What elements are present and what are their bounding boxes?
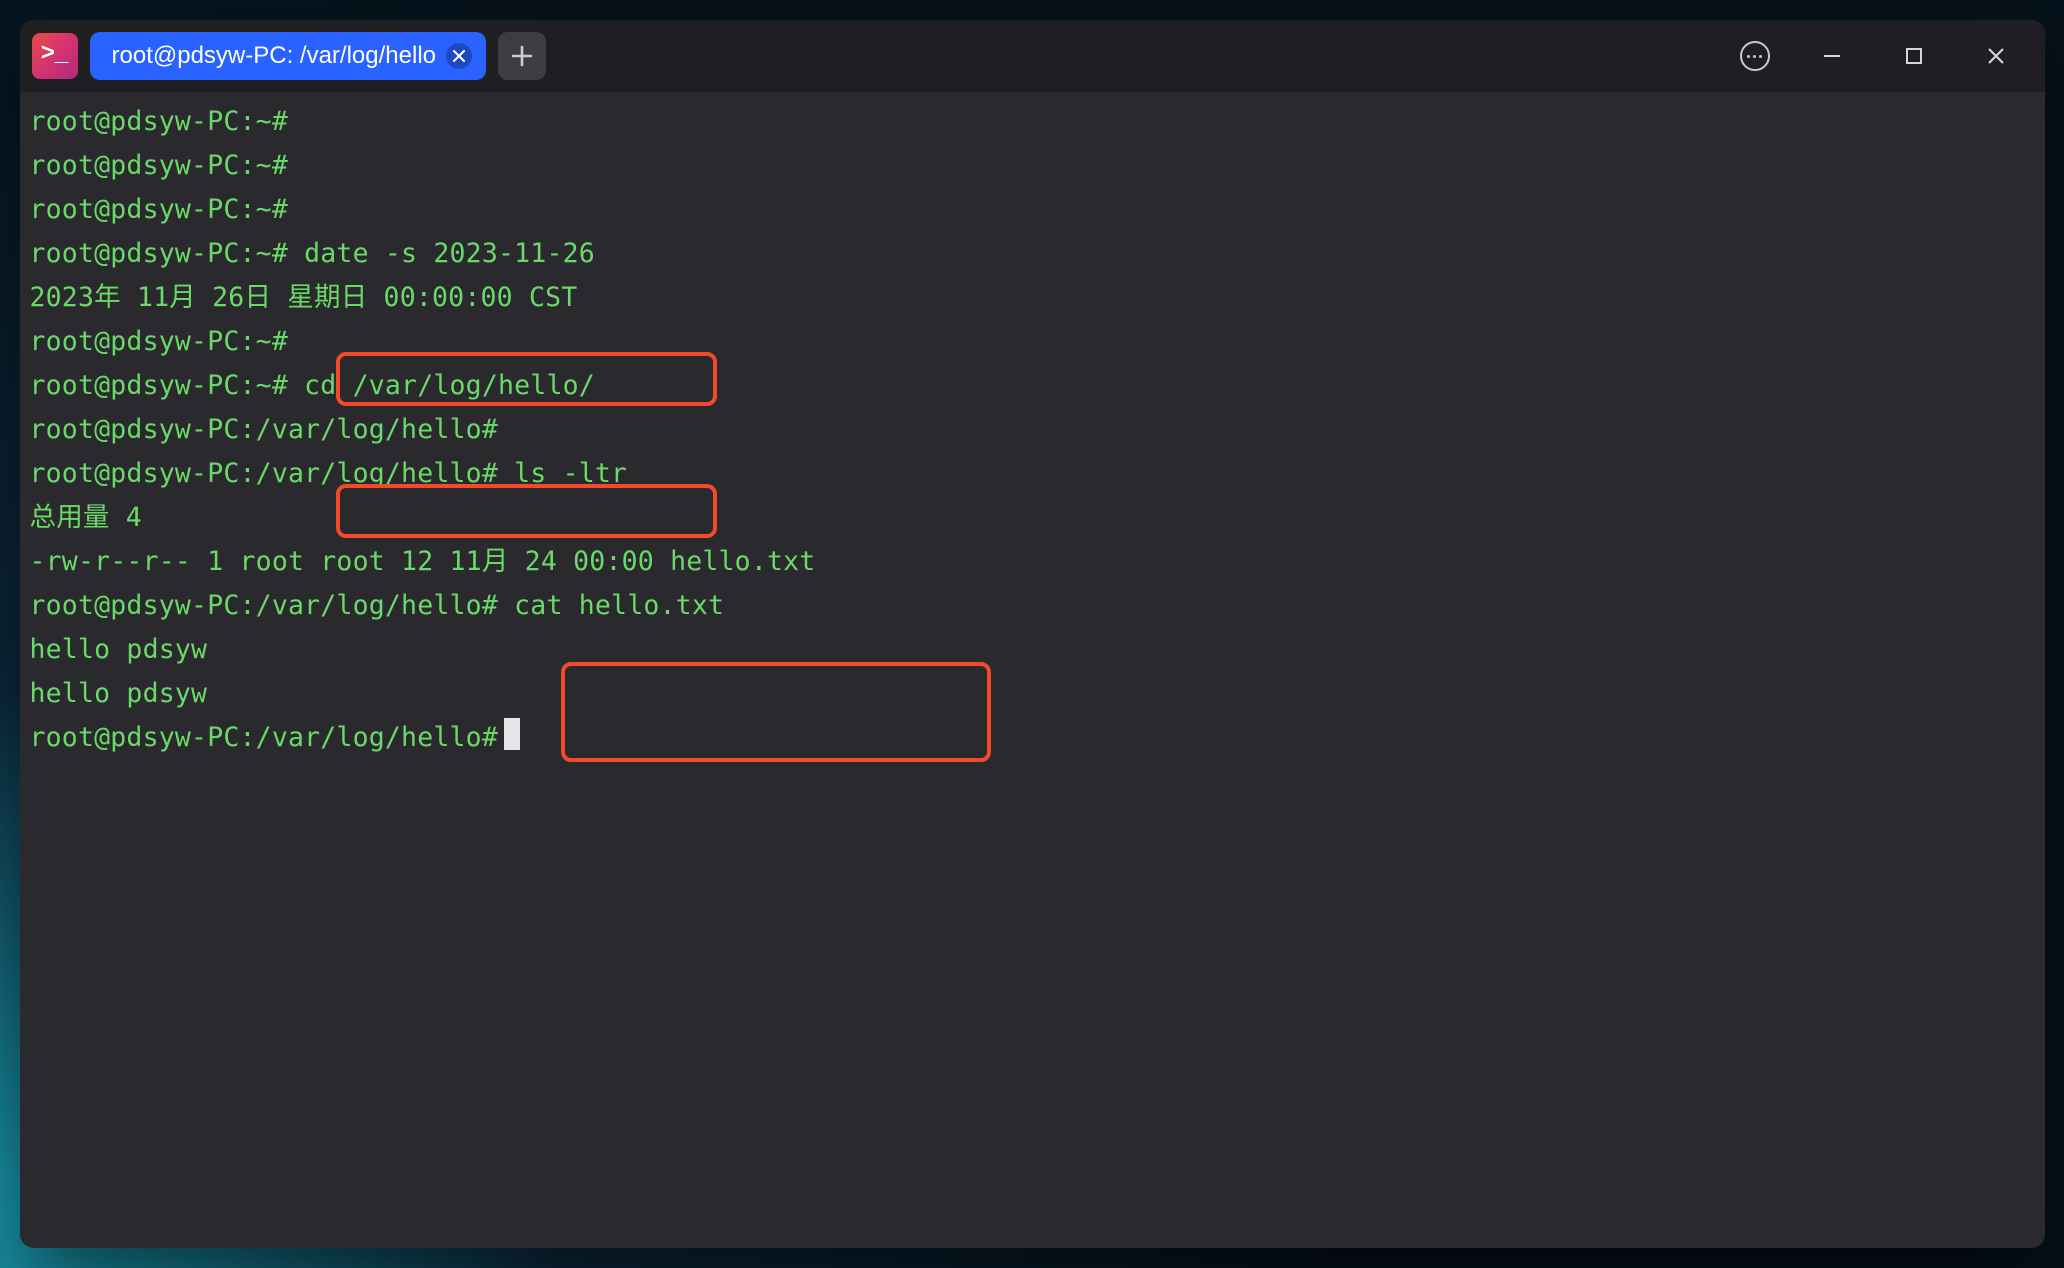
terminal-line: root@pdsyw-PC:/var/log/hello# ls -ltr	[30, 452, 2037, 496]
terminal-line: root@pdsyw-PC:~# date -s 2023-11-26	[30, 232, 2037, 276]
tab-title: root@pdsyw-PC: /var/log/hello	[112, 42, 437, 70]
terminal-line: root@pdsyw-PC:~#	[30, 100, 2037, 144]
terminal-line: root@pdsyw-PC:~#	[30, 144, 2037, 188]
terminal-line: root@pdsyw-PC:~# cd /var/log/hello/	[30, 364, 2037, 408]
terminal-line: hello pdsyw	[30, 628, 2037, 672]
minimize-icon	[1821, 45, 1843, 67]
terminal-line: root@pdsyw-PC:/var/log/hello#	[30, 408, 2037, 452]
terminal-line: root@pdsyw-PC:~#	[30, 320, 2037, 364]
tab-active[interactable]: root@pdsyw-PC: /var/log/hello	[90, 32, 487, 80]
terminal-line: 2023年 11月 26日 星期日 00:00:00 CST	[30, 276, 2037, 320]
app-icon[interactable]: >_	[32, 33, 78, 79]
new-tab-button[interactable]	[498, 32, 546, 80]
terminal-viewport[interactable]: root@pdsyw-PC:~#root@pdsyw-PC:~#root@pds…	[20, 92, 2045, 1248]
titlebar: >_ root@pdsyw-PC: /var/log/hello	[20, 20, 2045, 92]
close-icon	[453, 50, 465, 62]
terminal-window: >_ root@pdsyw-PC: /var/log/hello root@pd…	[20, 20, 2045, 1248]
terminal-line: 总用量 4	[30, 496, 2037, 540]
minimize-button[interactable]	[1797, 29, 1867, 83]
cursor	[504, 718, 520, 750]
terminal-line: root@pdsyw-PC:~#	[30, 188, 2037, 232]
terminal-line: root@pdsyw-PC:/var/log/hello# cat hello.…	[30, 584, 2037, 628]
menu-button[interactable]	[1725, 29, 1785, 83]
kebab-circle-icon	[1740, 41, 1770, 71]
close-window-button[interactable]	[1961, 29, 2031, 83]
maximize-icon	[1904, 46, 1924, 66]
plus-icon	[511, 45, 533, 67]
tab-close-button[interactable]	[446, 43, 472, 69]
maximize-button[interactable]	[1879, 29, 1949, 83]
terminal-text[interactable]: root@pdsyw-PC:~#root@pdsyw-PC:~#root@pds…	[30, 100, 2037, 760]
app-icon-glyph: >_	[41, 39, 68, 67]
close-icon	[1986, 46, 2006, 66]
terminal-line: root@pdsyw-PC:/var/log/hello#	[30, 716, 2037, 760]
terminal-line: -rw-r--r-- 1 root root 12 11月 24 00:00 h…	[30, 540, 2037, 584]
terminal-line: hello pdsyw	[30, 672, 2037, 716]
